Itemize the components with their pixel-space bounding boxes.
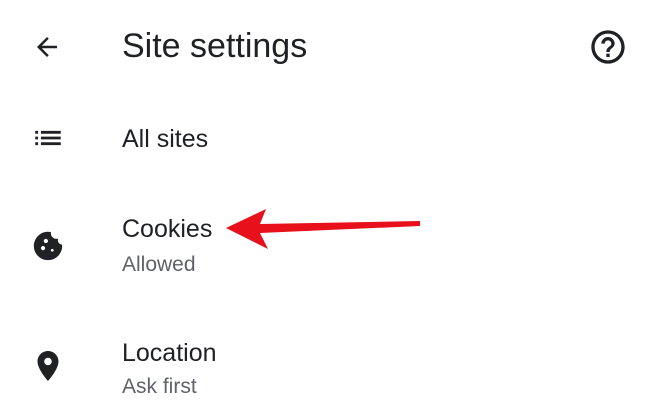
- settings-item-status: Ask first: [122, 375, 197, 398]
- settings-item-all-sites[interactable]: All sites: [0, 108, 650, 174]
- help-button[interactable]: [584, 23, 632, 71]
- back-button[interactable]: [24, 24, 70, 70]
- settings-item-status: Allowed: [122, 253, 196, 276]
- settings-item-label: Cookies: [122, 215, 213, 243]
- settings-item-cookies[interactable]: Cookies Allowed: [0, 198, 650, 290]
- arrow-back-icon: [37, 37, 57, 57]
- app-bar: Site settings: [0, 0, 650, 92]
- location-pin-icon: [24, 342, 72, 390]
- settings-item-location[interactable]: Location Ask first: [0, 322, 650, 415]
- page-title: Site settings: [122, 27, 308, 65]
- help-circle-icon: [591, 30, 625, 64]
- settings-item-label: Location: [122, 339, 217, 367]
- list-icon: [24, 114, 72, 162]
- cookie-icon: [24, 222, 72, 270]
- settings-item-label: All sites: [122, 125, 209, 153]
